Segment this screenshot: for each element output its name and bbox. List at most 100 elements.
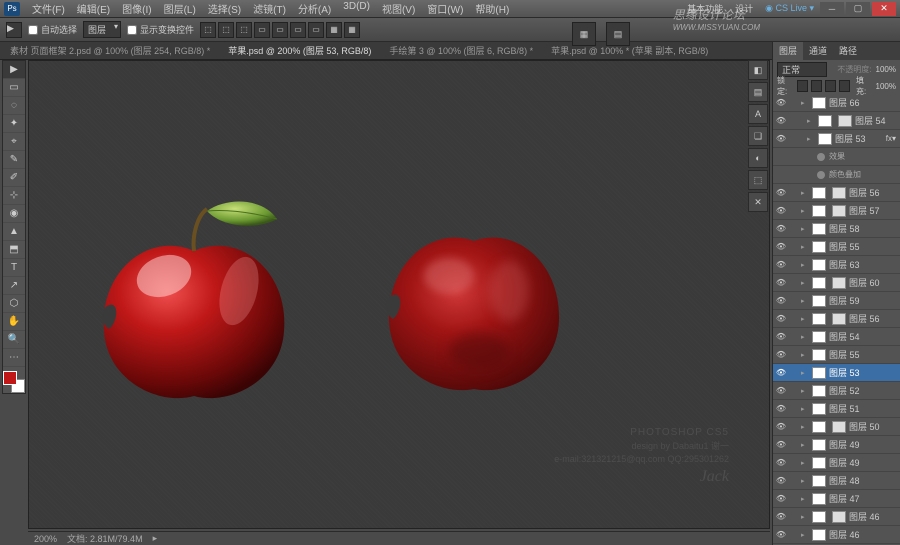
layer-row[interactable]: 👁▸图层 48 [773, 472, 900, 490]
layer-name[interactable]: 图层 58 [829, 222, 860, 235]
layer-visibility-icon[interactable]: 👁 [775, 457, 787, 469]
layer-row[interactable]: 👁▸图层 49 [773, 454, 900, 472]
layer-thumbnail[interactable] [812, 97, 826, 109]
layer-row[interactable]: 效果 [773, 148, 900, 166]
opacity-value[interactable]: 100% [876, 65, 896, 74]
layer-thumbnail[interactable] [812, 223, 826, 235]
layer-row[interactable]: 👁▸图层 55 [773, 238, 900, 256]
menu-item[interactable]: 编辑(E) [71, 1, 116, 16]
panel-tab[interactable]: 通道 [803, 42, 833, 60]
layer-mask-thumbnail[interactable] [832, 187, 846, 199]
layer-thumbnail[interactable] [812, 511, 826, 523]
expand-arrow-icon[interactable]: ▸ [801, 243, 809, 251]
lock-pixels-icon[interactable] [811, 80, 822, 92]
layer-visibility-icon[interactable]: 👁 [775, 295, 787, 307]
collapsed-panel-icon[interactable]: A [748, 104, 768, 124]
menu-item[interactable]: 图层(L) [158, 1, 202, 16]
layer-visibility-icon[interactable]: 👁 [775, 133, 787, 145]
lock-all-icon[interactable] [839, 80, 850, 92]
layer-visibility-icon[interactable]: 👁 [775, 511, 787, 523]
show-transform-checkbox[interactable]: 显示变换控件 [127, 23, 194, 36]
screen-mode-icon[interactable]: ▦ [572, 22, 596, 46]
layer-visibility-icon[interactable]: 👁 [775, 331, 787, 343]
tool-button[interactable]: ◉ [3, 205, 25, 223]
layer-thumbnail[interactable] [812, 403, 826, 415]
tool-button[interactable]: ◌ [3, 97, 25, 115]
layer-name[interactable]: 图层 54 [855, 114, 886, 127]
layer-row[interactable]: 👁▸图层 53 [773, 364, 900, 382]
layer-row[interactable]: 👁▸图层 54 [773, 112, 900, 130]
menu-item[interactable]: 文件(F) [26, 1, 71, 16]
layer-visibility-icon[interactable]: 👁 [775, 439, 787, 451]
layer-visibility-icon[interactable]: 👁 [775, 529, 787, 541]
layer-row[interactable]: 👁▸图层 52 [773, 382, 900, 400]
layer-thumbnail[interactable] [812, 475, 826, 487]
tool-button[interactable]: 🔍 [3, 331, 25, 349]
expand-arrow-icon[interactable]: ▸ [801, 315, 809, 323]
layer-row[interactable]: 👁▸图层 54 [773, 328, 900, 346]
layer-thumbnail[interactable] [812, 493, 826, 505]
expand-arrow-icon[interactable]: ▸ [801, 495, 809, 503]
layer-thumbnail[interactable] [812, 385, 826, 397]
layer-name[interactable]: 图层 56 [849, 312, 880, 325]
layer-name[interactable]: 图层 46 [829, 528, 860, 541]
layer-name[interactable]: 图层 48 [829, 474, 860, 487]
layer-name[interactable]: 图层 46 [849, 510, 880, 523]
layer-visibility-icon[interactable]: 👁 [775, 97, 787, 109]
expand-arrow-icon[interactable]: ▸ [801, 351, 809, 359]
tool-button[interactable]: ↗ [3, 277, 25, 295]
layer-name[interactable]: 图层 47 [829, 492, 860, 505]
expand-arrow-icon[interactable]: ▸ [801, 99, 809, 107]
expand-arrow-icon[interactable]: ▸ [807, 135, 815, 143]
layer-visibility-icon[interactable]: 👁 [775, 205, 787, 217]
tool-button[interactable]: ⋯ [3, 349, 25, 367]
layer-row[interactable]: 👁▸图层 46 [773, 508, 900, 526]
layer-visibility-icon[interactable]: 👁 [775, 493, 787, 505]
expand-arrow-icon[interactable]: ▸ [801, 279, 809, 287]
layer-visibility-icon[interactable]: 👁 [775, 277, 787, 289]
color-swatch[interactable] [3, 371, 25, 393]
layer-name[interactable]: 图层 55 [829, 240, 860, 253]
layer-row[interactable]: 👁▸图层 56 [773, 310, 900, 328]
layer-thumbnail[interactable] [812, 205, 826, 217]
layer-row[interactable]: 👁 ▸ 图层 47 [773, 490, 900, 508]
layer-visibility-icon[interactable]: 👁 [775, 403, 787, 415]
layer-visibility-icon[interactable]: 👁 [775, 259, 787, 271]
document-tab[interactable]: 素材 页面框架 2.psd @ 100% (图层 254, RGB/8) * [6, 44, 214, 57]
layer-mask-thumbnail[interactable] [832, 421, 846, 433]
layer-row[interactable]: 👁▸图层 59 [773, 292, 900, 310]
tool-button[interactable]: ▲ [3, 223, 25, 241]
layer-name[interactable]: 图层 49 [829, 456, 860, 469]
tool-button[interactable]: T [3, 259, 25, 277]
layer-visibility-icon[interactable] [775, 151, 787, 163]
layer-row[interactable]: 👁▸图层 46 [773, 526, 900, 544]
layer-row[interactable]: 👁▸图层 50 [773, 418, 900, 436]
align-icon[interactable]: ⬚ [218, 22, 234, 38]
fill-value[interactable]: 100% [876, 82, 896, 91]
layer-thumbnail[interactable] [812, 259, 826, 271]
tool-button[interactable]: ⬡ [3, 295, 25, 313]
layer-name[interactable]: 图层 52 [829, 384, 860, 397]
layer-row[interactable]: 👁▸图层 53fx▾ [773, 130, 900, 148]
layer-name[interactable]: 图层 53 [835, 132, 866, 145]
layer-row[interactable]: 👁▸图层 63 [773, 256, 900, 274]
tool-button[interactable]: ✦ [3, 115, 25, 133]
window-minimize-button[interactable]: ─ [820, 2, 844, 16]
expand-arrow-icon[interactable]: ▸ [801, 441, 809, 449]
document-info[interactable]: 文档: 2.81M/79.4M [67, 532, 143, 545]
canvas-area[interactable]: PHOTOSHOP CS5 design by Dabaitu1 谢一 e-ma… [28, 60, 770, 529]
layer-row[interactable]: 颜色叠加 [773, 166, 900, 184]
document-tab[interactable]: 手绘第 3 @ 100% (图层 6, RGB/8) * [385, 44, 537, 57]
expand-arrow-icon[interactable]: ▸ [807, 117, 815, 125]
layer-thumbnail[interactable] [818, 133, 832, 145]
current-tool-icon[interactable]: ▶ [6, 22, 22, 38]
workspace-design[interactable]: 设计 [729, 2, 759, 15]
layer-visibility-icon[interactable]: 👁 [775, 223, 787, 235]
layer-name[interactable]: 图层 60 [849, 276, 880, 289]
layer-visibility-icon[interactable]: 👁 [775, 385, 787, 397]
tool-button[interactable]: ⌖ [3, 133, 25, 151]
layer-mask-thumbnail[interactable] [832, 511, 846, 523]
tool-button[interactable]: ✋ [3, 313, 25, 331]
window-close-button[interactable]: ✕ [872, 2, 896, 16]
lock-transparency-icon[interactable] [797, 80, 808, 92]
